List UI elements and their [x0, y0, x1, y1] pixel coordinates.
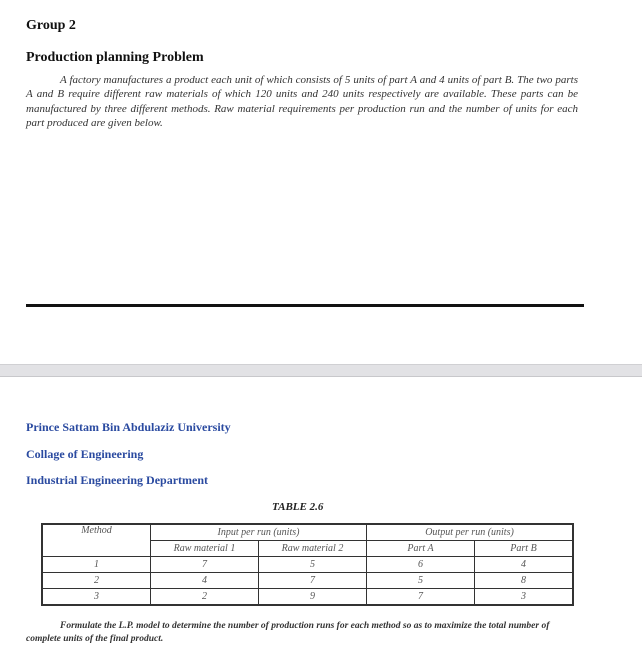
cell-partA: 6 — [366, 556, 475, 573]
header-method: Method — [41, 523, 151, 557]
cell-method: 3 — [41, 588, 151, 606]
footer-paragraph: Formulate the L.P. model to determine th… — [26, 620, 586, 646]
cell-partB: 3 — [474, 588, 574, 606]
header-raw2: Raw material 2 — [258, 540, 367, 557]
problem-paragraph: A factory manufactures a product each un… — [26, 73, 578, 130]
cell-method: 1 — [41, 556, 151, 573]
table-caption: TABLE 2.6 — [272, 501, 324, 513]
header-partB: Part B — [474, 540, 574, 557]
table-row: 3 2 9 7 3 — [41, 588, 574, 606]
table-row: 2 4 7 5 8 — [41, 572, 574, 589]
cell-partB: 4 — [474, 556, 574, 573]
cell-partB: 8 — [474, 572, 574, 589]
cell-method: 2 — [41, 572, 151, 589]
cell-raw2: 9 — [258, 588, 367, 606]
group-heading: Group 2 — [26, 18, 76, 33]
header-output-group: Output per run (units) — [366, 523, 574, 541]
university-name: Prince Sattam Bin Abdulaziz University — [26, 420, 231, 434]
problem-text: A factory manufactures a product each un… — [26, 74, 578, 129]
cell-partA: 5 — [366, 572, 475, 589]
page-separator — [0, 364, 642, 377]
footer-text: Formulate the L.P. model to determine th… — [26, 621, 550, 644]
cell-raw2: 5 — [258, 556, 367, 573]
cell-raw1: 7 — [150, 556, 259, 573]
header-input-group: Input per run (units) — [150, 523, 367, 541]
problem-title: Production planning Problem — [26, 50, 204, 65]
methods-table: Method Input per run (units) Output per … — [41, 523, 574, 606]
table-header-row: Method Input per run (units) Output per … — [41, 523, 574, 557]
cell-partA: 7 — [366, 588, 475, 606]
table-row: 1 7 5 6 4 — [41, 556, 574, 573]
header-raw1: Raw material 1 — [150, 540, 259, 557]
cell-raw1: 4 — [150, 572, 259, 589]
college-name: Collage of Engineering — [26, 447, 144, 461]
department-name: Industrial Engineering Department — [26, 473, 209, 487]
horizontal-rule — [26, 304, 584, 307]
header-partA: Part A — [366, 540, 475, 557]
cell-raw2: 7 — [258, 572, 367, 589]
cell-raw1: 2 — [150, 588, 259, 606]
